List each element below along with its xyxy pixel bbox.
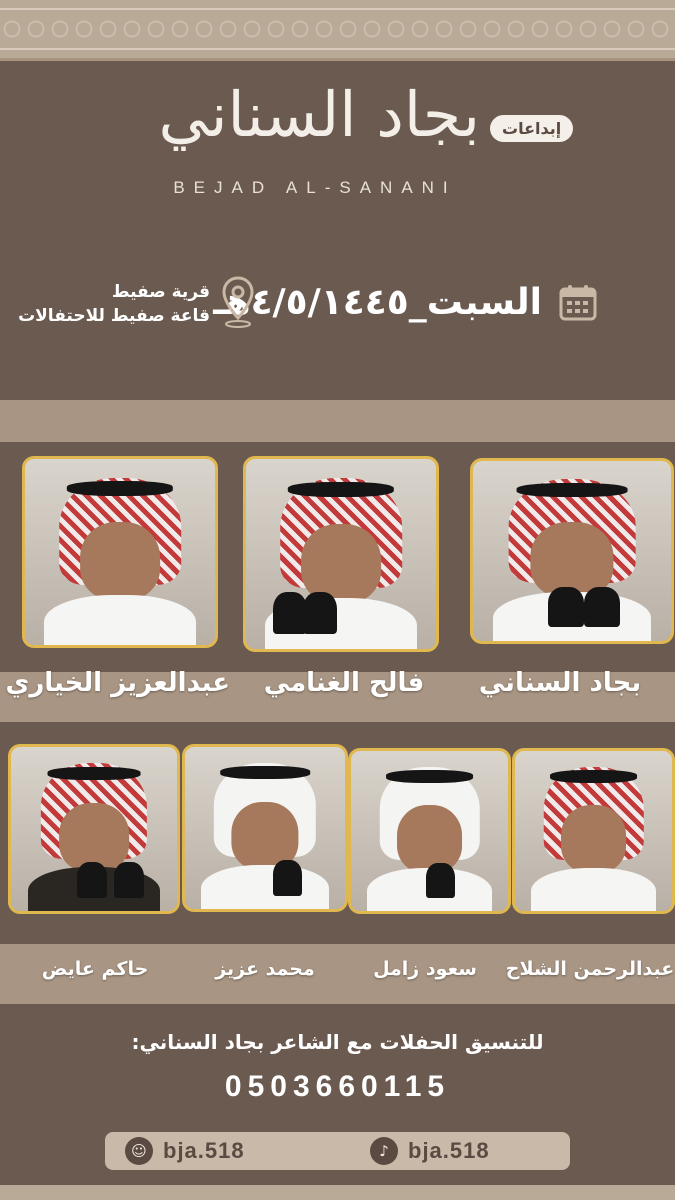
snapchat-handle: bja.518 <box>163 1138 245 1163</box>
snapchat-icon: ☺ <box>125 1137 153 1165</box>
contact-label: للتنسيق الحفلات مع الشاعر بجاد السناني: <box>131 1030 544 1054</box>
bottom-strip <box>0 1185 675 1200</box>
divider-band <box>0 400 675 442</box>
poet-name-6: محمد عزيز <box>215 958 315 980</box>
social-bar: ♪ bja.518 ☺ bja.518 <box>105 1132 570 1170</box>
decorative-top-border <box>0 0 675 61</box>
poet-photo-saud <box>348 748 511 914</box>
poet-name-5: سعود زامل <box>373 958 477 980</box>
poet-photo-mohammed <box>182 744 348 912</box>
event-date: السبت_٤/٥/١٤٤٥هـ <box>213 282 542 323</box>
poet-name-3: عبدالعزيز الخياري <box>5 668 231 698</box>
social-tiktok[interactable]: ♪ bja.518 <box>370 1132 490 1170</box>
poet-photo-hakem <box>8 744 180 914</box>
calendar-icon <box>559 285 597 321</box>
location-pin-icon <box>222 276 254 328</box>
tiktok-icon: ♪ <box>370 1137 398 1165</box>
poet-photo-faleh <box>243 456 439 652</box>
poet-name-4: عبدالرحمن الشلاح <box>505 958 675 980</box>
poet-photo-abdulrahman <box>512 748 675 914</box>
phone-number[interactable]: 0503660115 <box>0 1070 675 1104</box>
logo-badge: إبداعات <box>490 115 574 142</box>
social-snapchat[interactable]: ☺ bja.518 <box>125 1132 245 1170</box>
poet-name-7: حاكم عايض <box>41 958 149 980</box>
location-village: قرية صفيط <box>111 282 210 302</box>
poet-photo-abdulaziz <box>22 456 218 648</box>
poet-photo-bejad <box>470 458 674 644</box>
poet-name-2: فالح الغنامي <box>263 668 425 698</box>
logo-english-text: BEJAD AL-SANANI <box>173 178 457 197</box>
poet-name-1: بجاد السناني <box>478 668 642 698</box>
location-hall: قاعة صفيط للاحتفالات <box>18 306 210 326</box>
logo-arabic-text: بجاد السناني <box>158 78 482 151</box>
logo: بجاد السناني إبداعات BEJAD AL-SANANI <box>150 70 574 200</box>
tiktok-handle: bja.518 <box>408 1138 490 1163</box>
